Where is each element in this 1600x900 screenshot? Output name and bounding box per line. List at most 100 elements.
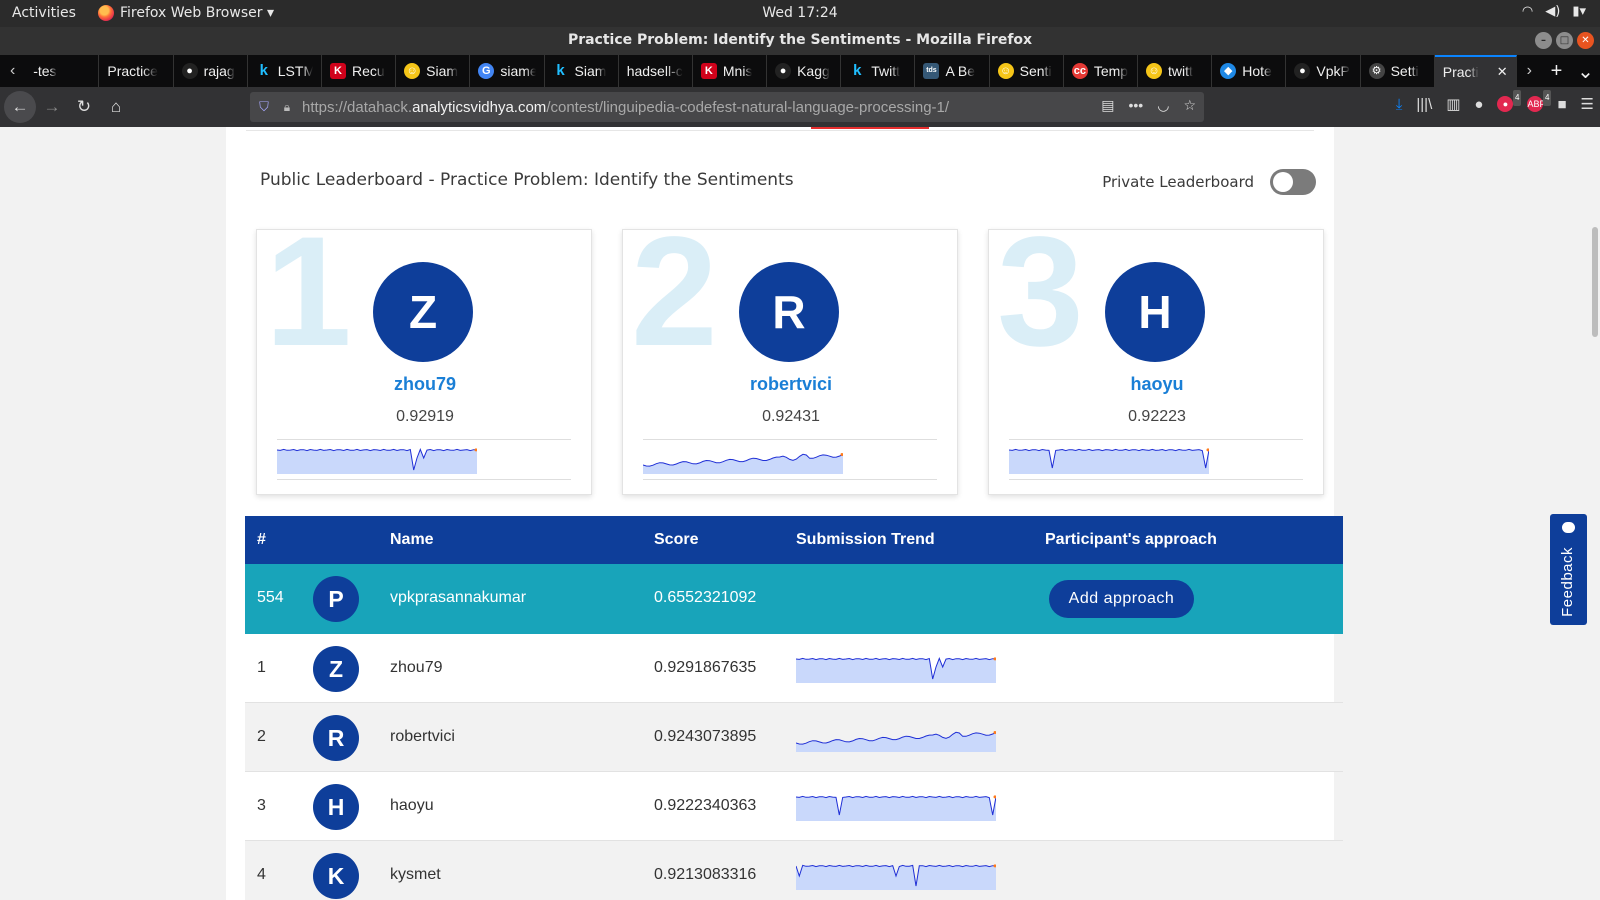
- participant-name[interactable]: zhou79: [390, 659, 443, 677]
- page-scrollbar[interactable]: [1588, 127, 1600, 900]
- avatar: P: [313, 576, 359, 622]
- browser-tab[interactable]: -tes: [25, 55, 100, 87]
- private-leaderboard-toggle[interactable]: [1270, 169, 1316, 195]
- table-header: # Name Score Submission Trend Participan…: [245, 516, 1343, 564]
- browser-tab[interactable]: tds A Be: [915, 55, 990, 87]
- reload-button[interactable]: ↻: [68, 91, 100, 123]
- tab-label: Recu: [351, 63, 385, 79]
- browser-tab[interactable]: ☺ Senti: [990, 55, 1064, 87]
- sparkline-area: [796, 658, 996, 683]
- browser-tab[interactable]: K Mnis: [693, 55, 768, 87]
- close-window-button[interactable]: ✕: [1577, 32, 1594, 49]
- browser-tab[interactable]: Practice: [99, 55, 174, 87]
- tds-icon: tds: [923, 63, 940, 79]
- browser-tab[interactable]: ● rajag: [174, 55, 248, 87]
- browser-tab[interactable]: k Twitt: [841, 55, 916, 87]
- reader-view-icon[interactable]: ▤: [1101, 97, 1114, 114]
- browser-tab[interactable]: ☺ Siam: [396, 55, 471, 87]
- browser-tab[interactable]: Practi ✕: [1434, 55, 1517, 87]
- tracking-protection-shield-icon[interactable]: ⛉: [250, 99, 278, 115]
- participant-score: 0.9243073895: [654, 728, 757, 745]
- avatar: R: [313, 715, 359, 761]
- extension-icon[interactable]: ● 4: [1497, 90, 1522, 112]
- system-tray[interactable]: ◠ ◀) ▮▾: [1522, 4, 1586, 19]
- browser-tab[interactable]: ⚙ Setti: [1361, 55, 1435, 87]
- leaderboard-section: Public Leaderboard - Practice Problem: I…: [226, 127, 1343, 900]
- forward-button[interactable]: →: [36, 91, 68, 123]
- tab-label: hadsell-c: [626, 63, 683, 79]
- battery-icon[interactable]: ▮▾: [1572, 4, 1586, 19]
- downloads-icon[interactable]: ⤓: [1396, 96, 1403, 113]
- browser-tab[interactable]: ◆ Hote: [1212, 55, 1287, 87]
- browser-tab[interactable]: ● Kagg: [767, 55, 842, 87]
- maximize-button[interactable]: □: [1556, 32, 1573, 49]
- participant-score: 0.92919: [396, 408, 454, 425]
- url-text[interactable]: https://datahack.analyticsvidhya.com/con…: [302, 99, 949, 116]
- submission-trend-sparkline: [796, 795, 996, 821]
- adblock-icon[interactable]: ABP 4: [1527, 90, 1552, 112]
- browser-tab[interactable]: cc Temp: [1064, 55, 1139, 87]
- participant-name-link[interactable]: robertvici: [623, 374, 957, 395]
- browser-tab[interactable]: K Recu: [322, 55, 397, 87]
- page-actions-icon[interactable]: •••: [1129, 97, 1144, 114]
- activities-button[interactable]: Activities: [12, 5, 76, 21]
- participant-name-link[interactable]: zhou79: [257, 374, 591, 395]
- lock-icon[interactable]: 🔒︎: [278, 100, 296, 115]
- feedback-tab[interactable]: Feedback: [1550, 514, 1587, 625]
- scroll-tabs-right-icon[interactable]: ›: [1517, 62, 1542, 80]
- participant-name[interactable]: haoyu: [390, 797, 434, 815]
- tab-label: twitt: [1168, 63, 1193, 79]
- browser-tab[interactable]: k Siam: [545, 55, 619, 87]
- tab-label: VpkP: [1316, 63, 1350, 79]
- browser-tab[interactable]: Gsiame: [470, 55, 545, 87]
- close-tab-icon[interactable]: ✕: [1497, 64, 1508, 80]
- home-button[interactable]: ⌂: [100, 91, 132, 123]
- pocket-icon[interactable]: ◡: [1157, 97, 1169, 114]
- new-tab-button[interactable]: +: [1542, 60, 1571, 83]
- scrollbar-thumb[interactable]: [1592, 227, 1598, 337]
- participant-name[interactable]: robertvici: [390, 728, 455, 746]
- participant-name[interactable]: kysmet: [390, 866, 441, 884]
- navigation-toolbar: ← → ↻ ⌂ ⛉ 🔒︎ https://datahack.analyticsv…: [0, 87, 1600, 127]
- browser-tab[interactable]: ☺ twitt: [1138, 55, 1213, 87]
- bookmark-star-icon[interactable]: ☆: [1183, 97, 1196, 114]
- tab-label: Practi: [1442, 64, 1479, 80]
- browser-tab[interactable]: k LSTM: [248, 55, 322, 87]
- participant-name-link[interactable]: haoyu: [989, 374, 1323, 395]
- sparkline-area: [796, 796, 996, 821]
- tab-label: Mnis: [722, 63, 753, 79]
- smiley-icon: ☺: [1146, 63, 1163, 79]
- back-button[interactable]: ←: [4, 91, 36, 123]
- participant-name[interactable]: vpkprasannakumar: [390, 589, 526, 607]
- sparkline-area: [1009, 449, 1209, 474]
- add-approach-button[interactable]: Add approach: [1049, 580, 1194, 618]
- library-icon[interactable]: |||\: [1416, 96, 1432, 113]
- browser-tab[interactable]: hadsell-c: [619, 55, 693, 87]
- minimize-button[interactable]: –: [1535, 32, 1552, 49]
- list-all-tabs-icon[interactable]: ⌄: [1571, 59, 1600, 84]
- tab-label: Kagg: [797, 63, 830, 79]
- leaderboard-title: Public Leaderboard - Practice Problem: I…: [260, 170, 794, 190]
- volume-icon[interactable]: ◀): [1545, 4, 1560, 19]
- scroll-tabs-left-icon[interactable]: ‹: [0, 62, 25, 80]
- extension-square-icon[interactable]: ■: [1557, 96, 1566, 113]
- sidebar-icon[interactable]: ▥: [1446, 95, 1460, 113]
- window-title: Practice Problem: Identify the Sentiment…: [567, 32, 1033, 48]
- browser-tab[interactable]: ● VpkP: [1286, 55, 1361, 87]
- window-title-bar: Practice Problem: Identify the Sentiment…: [0, 27, 1600, 55]
- rank: 3: [257, 797, 266, 814]
- top3-card-1: 1 Z zhou79 0.92919: [256, 229, 592, 495]
- column-header-rank: #: [257, 531, 266, 548]
- k-red-icon: K: [700, 63, 717, 79]
- kaggle-icon: k: [259, 62, 268, 79]
- submission-trend-sparkline: [277, 448, 477, 474]
- cc-icon: cc: [1071, 63, 1088, 79]
- smiley-icon: ☺: [404, 63, 421, 79]
- address-bar[interactable]: ⛉ 🔒︎ https://datahack.analyticsvidhya.co…: [250, 92, 1204, 122]
- account-icon[interactable]: ●: [1474, 96, 1483, 113]
- rank-watermark: 3: [997, 229, 1084, 379]
- tab-label: Senti: [1019, 63, 1052, 79]
- wifi-icon[interactable]: ◠: [1522, 4, 1533, 19]
- hamburger-menu-icon[interactable]: ☰: [1581, 95, 1594, 113]
- app-menu[interactable]: Firefox Web Browser ▾: [98, 5, 274, 21]
